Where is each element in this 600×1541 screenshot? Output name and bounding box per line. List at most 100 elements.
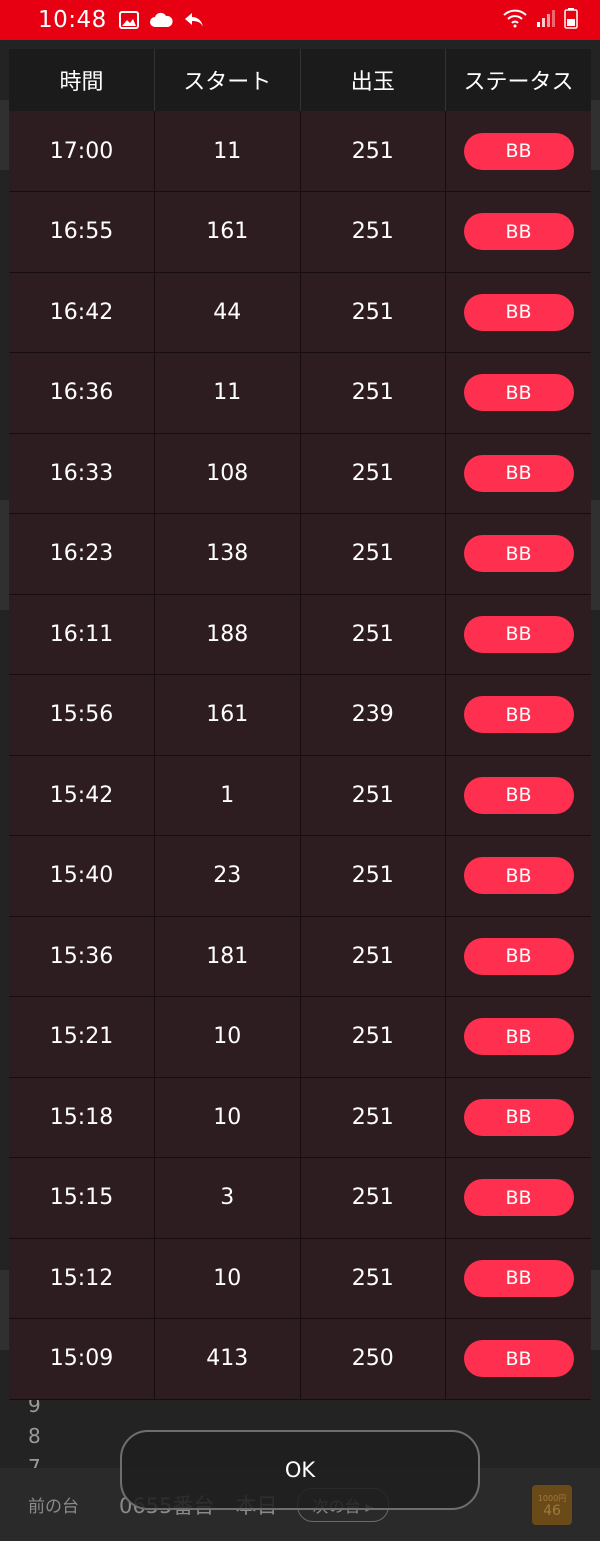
table-row: 16:11 188 251 BB: [9, 594, 591, 675]
history-table: 時間 スタート 出玉 ステータス 17:00 11 251 BB 16:55 161 251…: [9, 49, 591, 1400]
cell-start: 108: [154, 433, 301, 514]
status-badge: BB: [463, 454, 574, 492]
cell-time: 16:42: [9, 272, 155, 353]
cell-status: BB: [445, 996, 591, 1078]
table-row: 15:40 23 251 BB: [9, 835, 591, 917]
status-badge: BB: [463, 1018, 574, 1056]
column-header-payout: 出玉: [300, 49, 446, 111]
status-badge: BB: [463, 213, 574, 251]
cell-time: 16:36: [9, 352, 155, 434]
status-badge: BB: [463, 776, 574, 814]
cell-payout: 251: [300, 191, 446, 273]
cell-time: 17:00: [9, 111, 155, 192]
table-row: 15:56 161 239 BB: [9, 674, 591, 756]
cell-payout: 251: [300, 835, 446, 917]
cell-time: 16:11: [9, 594, 155, 675]
cell-payout: 250: [300, 1318, 446, 1400]
status-badge: BB: [463, 535, 574, 573]
prev-machine-link: 前の台: [28, 1497, 79, 1517]
status-badge: BB: [463, 1340, 574, 1378]
cell-status: BB: [445, 755, 591, 836]
background-number: 8: [28, 1424, 41, 1448]
cell-time: 15:42: [9, 755, 155, 836]
status-badge: BB: [463, 1179, 574, 1217]
cell-status: BB: [445, 674, 591, 756]
cell-payout: 251: [300, 513, 446, 595]
cell-time: 15:15: [9, 1157, 155, 1239]
cell-status: BB: [445, 433, 591, 514]
cell-payout: 251: [300, 1238, 446, 1319]
cell-time: 15:36: [9, 916, 155, 997]
table-row: 15:09 413 250 BB: [9, 1318, 591, 1400]
cell-status: BB: [445, 352, 591, 434]
ok-button[interactable]: OK: [120, 1430, 480, 1510]
table-row: 15:12 10 251 BB: [9, 1238, 591, 1319]
table-row: 15:18 10 251 BB: [9, 1077, 591, 1158]
cloud-icon: [149, 12, 173, 28]
cell-time: 15:12: [9, 1238, 155, 1319]
cell-status: BB: [445, 513, 591, 595]
cell-time: 15:09: [9, 1318, 155, 1400]
cell-start: 11: [154, 111, 301, 192]
price-badge: 1000円 46: [532, 1484, 572, 1525]
table-row: 16:36 11 251 BB: [9, 352, 591, 434]
cell-payout: 251: [300, 1077, 446, 1158]
status-badge: BB: [463, 615, 574, 653]
wifi-icon: [502, 8, 528, 32]
reply-icon: [183, 11, 205, 29]
battery-icon: [564, 7, 578, 33]
cell-start: 1: [154, 755, 301, 836]
cell-start: 181: [154, 916, 301, 997]
cell-start: 3: [154, 1157, 301, 1239]
cell-start: 11: [154, 352, 301, 434]
status-badge: BB: [463, 293, 574, 331]
cell-start: 188: [154, 594, 301, 675]
cell-payout: 251: [300, 272, 446, 353]
cell-time: 15:18: [9, 1077, 155, 1158]
cell-time: 16:33: [9, 433, 155, 514]
cell-start: 161: [154, 674, 301, 756]
cell-status: BB: [445, 272, 591, 353]
cell-payout: 239: [300, 674, 446, 756]
cell-payout: 251: [300, 111, 446, 192]
status-badge: BB: [463, 374, 574, 412]
cell-start: 23: [154, 835, 301, 917]
cell-time: 15:56: [9, 674, 155, 756]
cell-start: 44: [154, 272, 301, 353]
table-row: 15:21 10 251 BB: [9, 996, 591, 1078]
cell-status: BB: [445, 1157, 591, 1239]
cell-payout: 251: [300, 352, 446, 434]
cell-start: 10: [154, 1238, 301, 1319]
table-row: 17:00 11 251 BB: [9, 111, 591, 192]
column-header-time: 時間: [9, 49, 155, 111]
status-badge: BB: [463, 1098, 574, 1136]
cell-status: BB: [445, 594, 591, 675]
table-body: 17:00 11 251 BB 16:55 161 251 BB 16:42 44 251 BB 16:…: [9, 111, 591, 1400]
cell-time: 16:55: [9, 191, 155, 273]
table-header-row: 時間 スタート 出玉 ステータス: [9, 49, 591, 111]
signal-icon: [536, 8, 556, 32]
status-bar: 10:48: [0, 0, 600, 40]
cell-status: BB: [445, 1238, 591, 1319]
status-badge: BB: [463, 857, 574, 895]
cell-status: BB: [445, 111, 591, 192]
cell-payout: 251: [300, 594, 446, 675]
status-time: 10:48: [38, 7, 107, 33]
table-row: 16:23 138 251 BB: [9, 513, 591, 595]
table-row: 15:36 181 251 BB: [9, 916, 591, 997]
image-icon: [118, 11, 139, 29]
cell-payout: 251: [300, 1157, 446, 1239]
cell-status: BB: [445, 191, 591, 273]
table-row: 16:33 108 251 BB: [9, 433, 591, 514]
cell-time: 15:40: [9, 835, 155, 917]
table-row: 15:15 3 251 BB: [9, 1157, 591, 1239]
cell-start: 413: [154, 1318, 301, 1400]
history-dialog: 時間 スタート 出玉 ステータス 17:00 11 251 BB 16:55 161 251…: [9, 49, 591, 1400]
cell-start: 161: [154, 191, 301, 273]
column-header-status: ステータス: [445, 49, 591, 111]
table-row: 15:42 1 251 BB: [9, 755, 591, 836]
cell-payout: 251: [300, 755, 446, 836]
cell-status: BB: [445, 835, 591, 917]
cell-start: 138: [154, 513, 301, 595]
cell-payout: 251: [300, 916, 446, 997]
